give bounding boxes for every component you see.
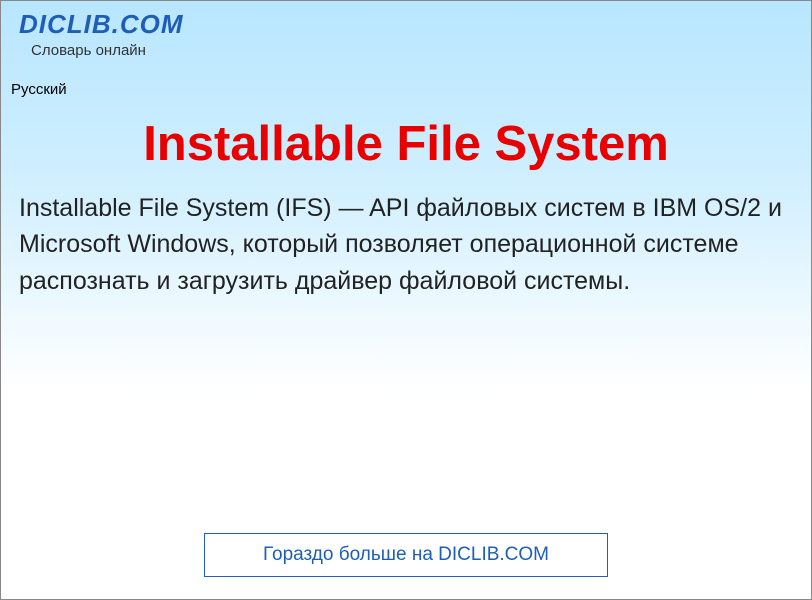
article-body: Installable File System (IFS) — API файл… xyxy=(1,190,811,299)
footer-link-container: Гораздо больше на DICLIB.COM xyxy=(204,533,608,577)
header: DICLIB.COM Словарь онлайн xyxy=(1,1,811,63)
site-name[interactable]: DICLIB.COM xyxy=(19,9,793,40)
article-title: Installable File System xyxy=(1,116,811,172)
more-link-button[interactable]: Гораздо больше на DICLIB.COM xyxy=(204,533,608,577)
language-label: Русский xyxy=(11,81,811,98)
site-tagline: Словарь онлайн xyxy=(31,42,793,59)
